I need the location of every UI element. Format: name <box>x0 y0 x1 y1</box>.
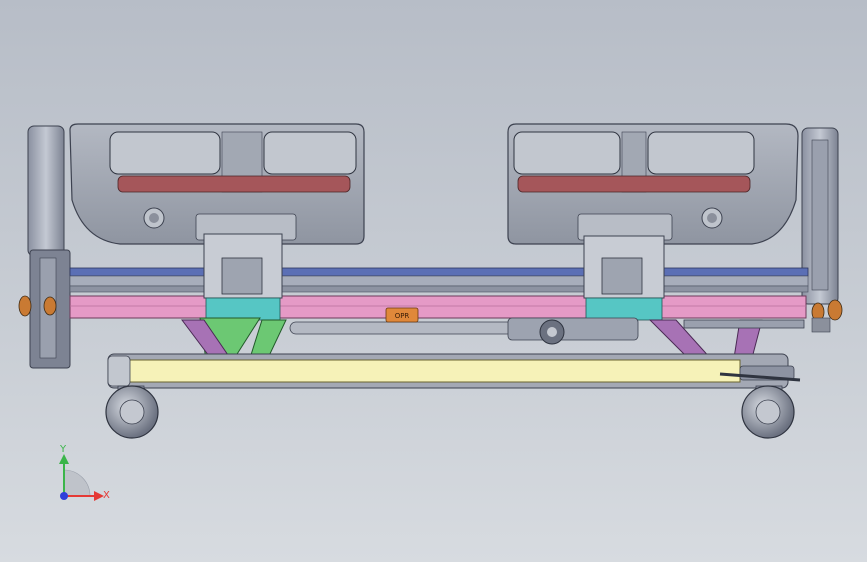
head-rail-window-left <box>109 131 221 175</box>
foot-rail-window-right <box>647 131 755 175</box>
cad-viewport[interactable]: OPR Y X <box>0 0 867 562</box>
base-frame-yellow <box>127 359 741 383</box>
foot-end-post[interactable] <box>801 127 843 333</box>
head-bracket-window <box>221 257 263 295</box>
caster-head[interactable] <box>105 385 159 439</box>
caster-head-hub <box>119 399 145 425</box>
mattress-platform[interactable] <box>69 267 809 293</box>
platform-rail-bottom <box>69 285 809 293</box>
head-bumper <box>18 295 32 317</box>
foot-post-slot <box>811 139 829 291</box>
triad-y-label: Y <box>59 444 67 455</box>
foot-bracket-window <box>601 257 643 295</box>
main-frame-beam <box>69 295 807 319</box>
foot-rail-red-strip <box>517 175 751 193</box>
foot-rail-window-left <box>513 131 621 175</box>
foot-cross-rod <box>683 319 805 329</box>
head-rail-red-strip <box>117 175 351 193</box>
head-rail-window-right <box>263 131 357 175</box>
platform-rail-top <box>69 267 809 277</box>
head-bumper-2 <box>43 296 57 316</box>
foot-bracket-cyan <box>585 297 663 321</box>
caster-foot-hub <box>755 399 781 425</box>
head-side-rail[interactable] <box>69 123 365 245</box>
triad-x-label: X <box>103 490 110 501</box>
base-end-left <box>107 355 131 387</box>
foot-rail-knob-inner <box>707 213 717 223</box>
head-bracket-cyan <box>205 297 281 321</box>
actuator-body <box>507 317 639 341</box>
head-post-upper <box>27 125 65 257</box>
base-frame[interactable] <box>107 353 801 389</box>
platform-rail-mid <box>69 275 809 287</box>
motor-label: OPR <box>395 312 410 320</box>
foot-side-rail[interactable] <box>507 123 799 245</box>
caster-foot[interactable] <box>741 385 795 439</box>
actuator-gear-hub <box>547 327 557 337</box>
foot-adjuster <box>811 317 831 333</box>
triad-z-axis <box>60 492 68 500</box>
foot-bumper <box>827 299 843 321</box>
head-rail-knob-inner <box>149 213 159 223</box>
